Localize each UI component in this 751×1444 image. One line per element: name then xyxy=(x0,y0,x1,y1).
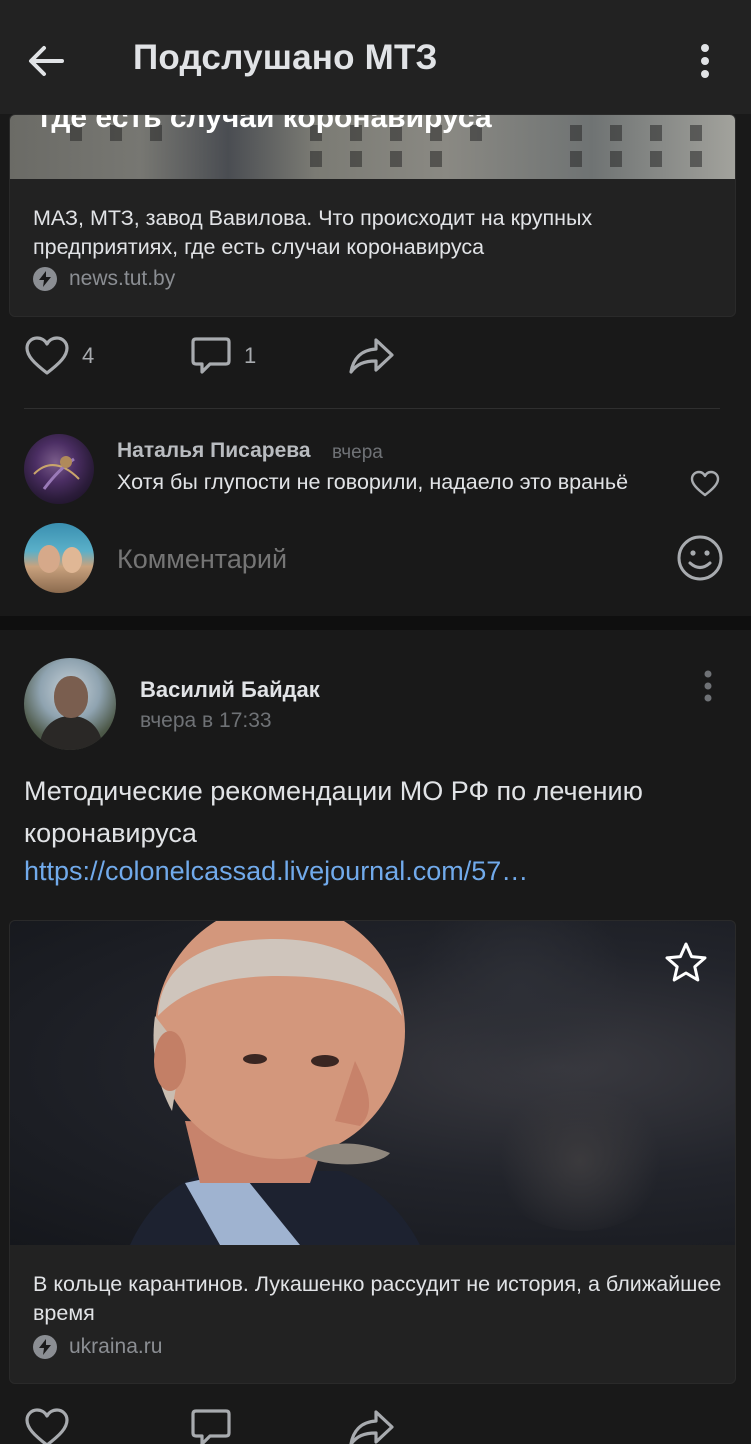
like-button[interactable] xyxy=(24,1408,70,1444)
source-domain: news.tut.by xyxy=(69,267,176,290)
heart-icon xyxy=(24,1408,70,1444)
more-vertical-icon[interactable] xyxy=(690,40,720,82)
post: Василий Байдак вчера в 17:33 Методически… xyxy=(0,630,751,1444)
link-card-title: В кольце карантинов. Лукашенко рассудит … xyxy=(33,1272,722,1325)
link-card[interactable]: где есть случаи коронавируса МАЗ, МТЗ, з… xyxy=(9,114,736,317)
comment-composer xyxy=(0,520,751,600)
source-domain: ukraina.ru xyxy=(69,1335,163,1358)
divider xyxy=(24,408,720,409)
comment-icon xyxy=(190,336,232,376)
link-card-source: news.tut.by xyxy=(33,267,175,291)
comment-time: вчера xyxy=(332,442,383,463)
post-time: вчера в 17:33 xyxy=(140,709,272,732)
post-separator xyxy=(0,616,751,630)
comment-button[interactable]: 1 xyxy=(190,336,256,376)
comment-item: Наталья Писарева вчера Хотя бы глупости … xyxy=(0,432,751,508)
post-actions xyxy=(0,1408,751,1444)
share-button[interactable] xyxy=(348,336,396,376)
link-card-image xyxy=(10,921,735,1245)
image-overlay-title: где есть случаи коронавируса xyxy=(40,115,492,134)
lightning-icon xyxy=(33,1335,57,1359)
page-title: Подслушано МТЗ xyxy=(133,38,438,77)
comment-button[interactable] xyxy=(190,1408,232,1444)
comment-text: Хотя бы глупости не говорили, надаело эт… xyxy=(117,470,629,494)
avatar[interactable] xyxy=(24,658,116,750)
star-icon[interactable] xyxy=(664,941,708,985)
post-actions: 4 1 xyxy=(0,336,751,392)
lightning-icon xyxy=(33,267,57,291)
post-author[interactable]: Василий Байдак xyxy=(140,677,320,703)
share-button[interactable] xyxy=(348,1408,396,1444)
top-app-bar: Подслушано МТЗ xyxy=(0,0,751,114)
more-vertical-icon[interactable] xyxy=(696,668,720,704)
like-button[interactable]: 4 xyxy=(24,336,94,376)
link-card-title: МАЗ, МТЗ, завод Вавилова. Что происходит… xyxy=(33,206,593,259)
comment-icon xyxy=(190,1408,232,1444)
post: где есть случаи коронавируса МАЗ, МТЗ, з… xyxy=(0,114,751,630)
share-arrow-icon xyxy=(348,336,396,376)
like-count: 4 xyxy=(82,343,95,368)
comment-input[interactable] xyxy=(117,544,657,575)
smile-icon[interactable] xyxy=(676,534,724,582)
comment-author[interactable]: Наталья Писарева xyxy=(117,439,311,463)
post-link[interactable]: https://colonelcassad.livejournal.com/57… xyxy=(24,856,528,887)
post-text: Методические рекомендации МО РФ по лечен… xyxy=(24,776,643,848)
avatar xyxy=(24,523,94,593)
link-card[interactable]: В кольце карантинов. Лукашенко рассудит … xyxy=(9,920,736,1384)
heart-icon xyxy=(24,336,70,376)
heart-icon[interactable] xyxy=(690,470,720,498)
comment-count: 1 xyxy=(244,343,257,368)
back-arrow-icon[interactable] xyxy=(22,36,72,86)
link-card-source: ukraina.ru xyxy=(33,1335,162,1359)
link-card-image: где есть случаи коронавируса xyxy=(10,115,735,179)
avatar[interactable] xyxy=(24,434,94,504)
share-arrow-icon xyxy=(348,1408,396,1444)
